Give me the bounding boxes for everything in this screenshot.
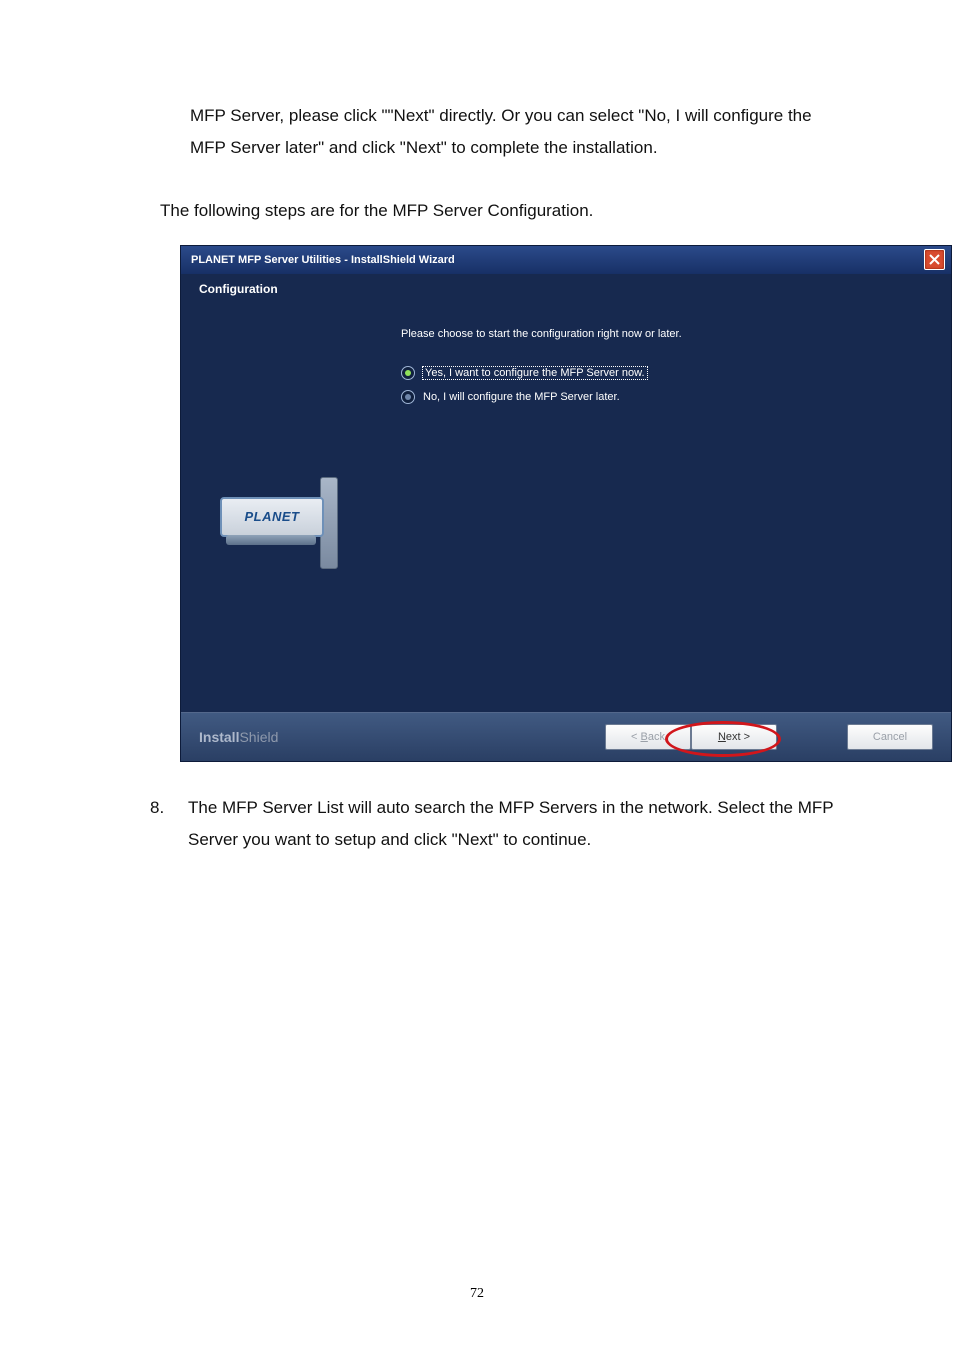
radio-option-yes[interactable]: Yes, I want to configure the MFP Server … [401,366,921,380]
back-button[interactable]: < Back [605,724,691,750]
wizard-header: Configuration [181,274,951,322]
cancel-button[interactable]: Cancel [847,724,933,750]
back-button-label: < Back [631,731,665,743]
radio-icon [401,390,415,404]
back-next-wrap: < Back Next > [605,724,777,750]
step-number: 8. [150,792,188,824]
wizard-header-title: Configuration [199,282,933,296]
radio-label-yes: Yes, I want to configure the MFP Server … [423,367,647,379]
radio-option-no[interactable]: No, I will configure the MFP Server late… [401,390,921,404]
router-brand-label: PLANET [245,509,300,524]
installshield-brand: InstallShield [199,729,278,745]
document-page: MFP Server, please click ""Next" directl… [0,0,954,1350]
step-8: 8. The MFP Server List will auto search … [150,792,834,857]
router-base-icon [226,535,316,545]
window-title: PLANET MFP Server Utilities - InstallShi… [191,254,455,266]
next-button[interactable]: Next > [691,724,777,750]
cancel-button-label: Cancel [873,731,907,743]
close-icon [929,254,940,265]
radio-icon [401,366,415,380]
paragraph-continuation: MFP Server, please click ""Next" directl… [190,100,834,165]
wizard-content: Please choose to start the configuration… [371,322,931,692]
router-body-icon: PLANET [220,497,324,537]
brand-main: Install [199,729,239,745]
close-button[interactable] [924,249,945,270]
router-illustration: PLANET [216,477,356,597]
paragraph-intro: The following steps are for the MFP Serv… [160,195,854,227]
radio-label-no: No, I will configure the MFP Server late… [423,391,620,403]
page-number: 72 [0,1286,954,1302]
step-text: The MFP Server List will auto search the… [188,792,834,857]
titlebar: PLANET MFP Server Utilities - InstallShi… [181,246,951,274]
wizard-sidebar: PLANET [201,322,371,692]
next-button-label: Next > [718,731,750,743]
brand-sub: Shield [239,729,278,745]
wizard-button-group: < Back Next > Cancel [605,724,933,750]
wizard-footer: InstallShield < Back Next > Cancel [181,712,951,761]
installer-window: PLANET MFP Server Utilities - InstallShi… [180,245,952,762]
wizard-body: PLANET Please choose to start the config… [181,322,951,712]
instruction-text: Please choose to start the configuration… [401,328,921,340]
